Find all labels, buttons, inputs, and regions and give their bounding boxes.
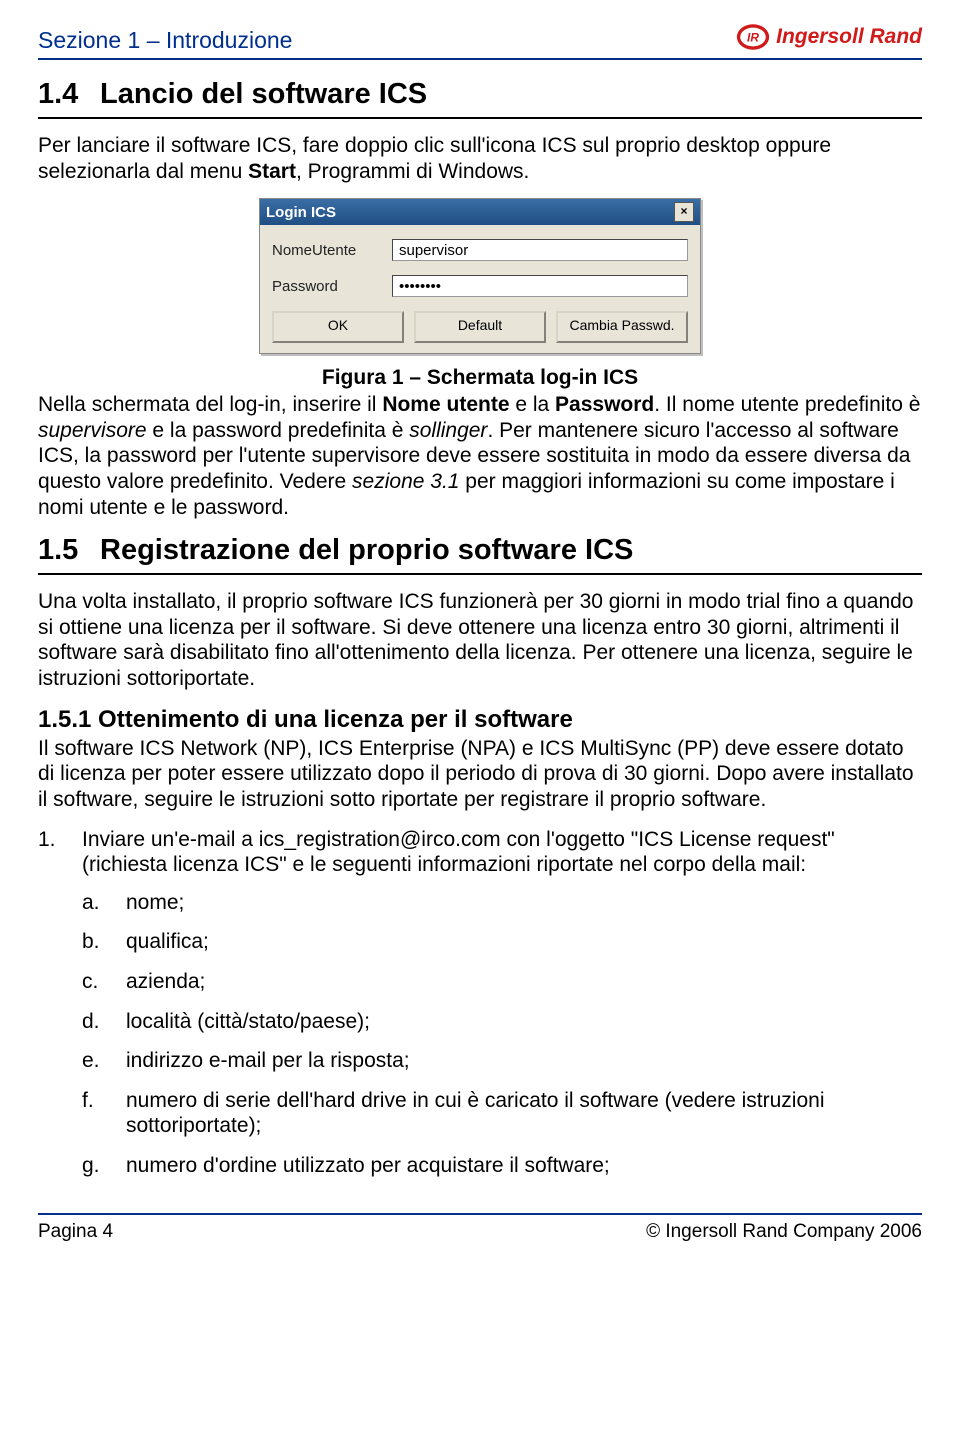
login-figure: Login ICS × NomeUtente Password OK Defau… xyxy=(38,198,922,354)
brand-name: Ingersoll Rand xyxy=(776,25,922,49)
ok-button[interactable]: OK xyxy=(272,311,404,343)
password-input[interactable] xyxy=(392,275,688,297)
section-1-5-1-para: Il software ICS Network (NP), ICS Enterp… xyxy=(38,736,922,813)
list-item: a.nome; xyxy=(82,890,922,916)
svg-text:IR: IR xyxy=(747,30,759,44)
page-header: Sezione 1 – Introduzione IR Ingersoll Ra… xyxy=(38,20,922,60)
list-item: f.numero di serie dell'hard drive in cui… xyxy=(82,1088,922,1139)
list-item: e.indirizzo e-mail per la risposta; xyxy=(82,1048,922,1074)
login-window: Login ICS × NomeUtente Password OK Defau… xyxy=(259,198,701,354)
page-footer: Pagina 4 © Ingersoll Rand Company 2006 xyxy=(38,1213,922,1243)
list-item: 1. Inviare un'e-mail a ics_registration@… xyxy=(38,827,922,878)
section-1-5-title: 1.5Registrazione del proprio software IC… xyxy=(38,534,922,575)
breadcrumb: Sezione 1 – Introduzione xyxy=(38,27,292,54)
list-item: g.numero d'ordine utilizzato per acquist… xyxy=(82,1153,922,1179)
brand-logo: IR Ingersoll Rand xyxy=(736,20,922,54)
username-label: NomeUtente xyxy=(272,242,392,259)
password-label: Password xyxy=(272,278,392,295)
section-1-5-para: Una volta installato, il proprio softwar… xyxy=(38,589,922,691)
section-1-4-para1: Per lanciare il software ICS, fare doppi… xyxy=(38,133,922,184)
figure-1-caption: Figura 1 – Schermata log-in ICS xyxy=(38,366,922,390)
login-titlebar: Login ICS × xyxy=(260,199,700,225)
numbered-list: 1. Inviare un'e-mail a ics_registration@… xyxy=(38,827,922,878)
copyright: © Ingersoll Rand Company 2006 xyxy=(646,1221,922,1243)
section-1-4-title: 1.4Lancio del software ICS xyxy=(38,78,922,119)
section-1-5-1-title: 1.5.1 Ottenimento di una licenza per il … xyxy=(38,706,922,734)
ir-logo-icon: IR xyxy=(736,20,770,54)
username-input[interactable] xyxy=(392,239,688,261)
section-1-4-para2: Nella schermata del log-in, inserire il … xyxy=(38,392,922,520)
default-button[interactable]: Default xyxy=(414,311,546,343)
login-title: Login ICS xyxy=(266,204,336,221)
list-item: d.località (città/stato/paese); xyxy=(82,1009,922,1035)
list-item: b.qualifica; xyxy=(82,929,922,955)
list-item: c.azienda; xyxy=(82,969,922,995)
lettered-list: a.nome; b.qualifica; c.azienda; d.locali… xyxy=(82,890,922,1179)
change-password-button[interactable]: Cambia Passwd. xyxy=(556,311,688,343)
page-number: Pagina 4 xyxy=(38,1221,113,1243)
close-icon[interactable]: × xyxy=(674,202,694,222)
